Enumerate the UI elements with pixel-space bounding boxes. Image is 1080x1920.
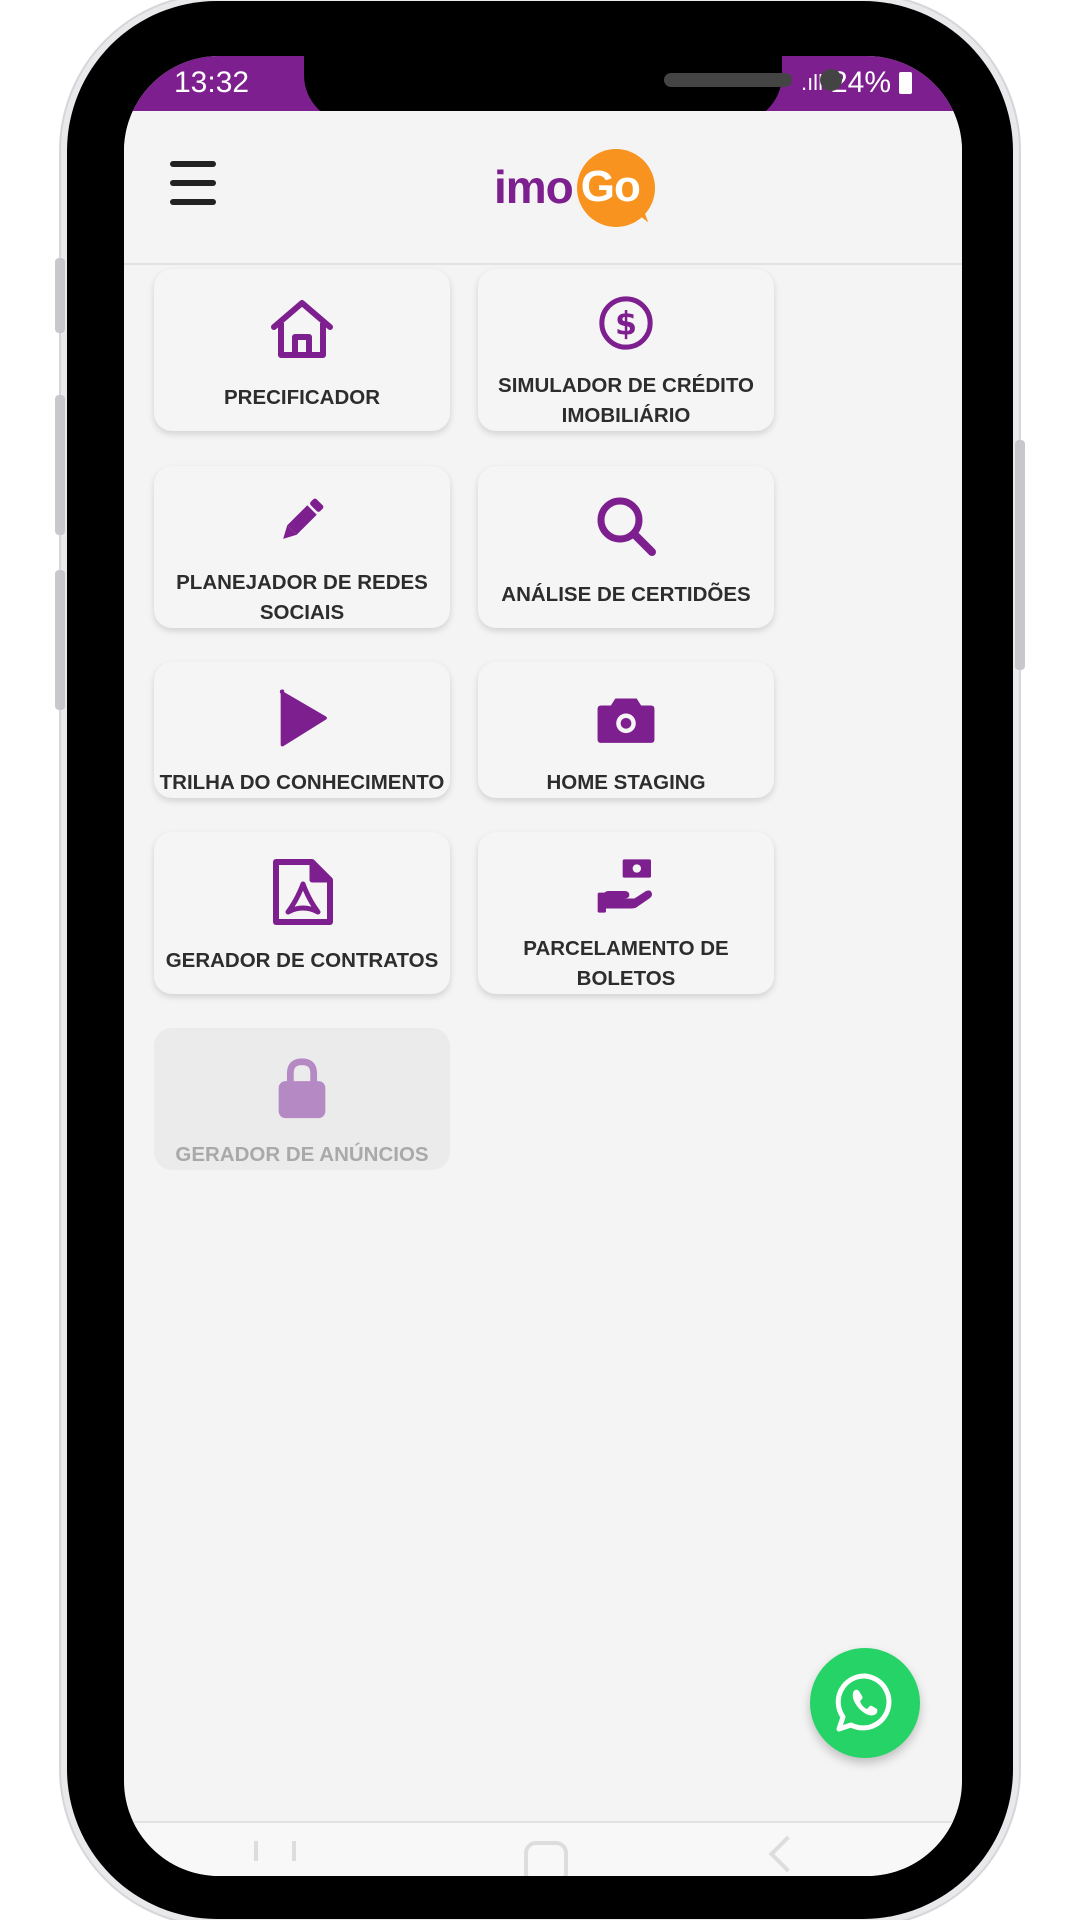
status-indicators: .ıll 24%	[801, 66, 912, 100]
pdf-document-icon	[273, 859, 333, 925]
card-label: PLANEJADOR DE REDES SOCIAIS	[176, 571, 428, 624]
dollar-icon: $	[599, 296, 653, 350]
lock-icon	[278, 1058, 326, 1119]
card-label: PARCELAMENTO DE BOLETOS	[523, 937, 729, 990]
system-nav-bar	[124, 1821, 962, 1876]
menu-card-gerador-contratos[interactable]: GERADOR DE CONTRATOS	[154, 832, 450, 994]
menu-card-home-staging[interactable]: HOME STAGING	[478, 662, 774, 798]
pencil-icon	[283, 498, 324, 539]
logo-text-imo: imo	[494, 161, 574, 213]
back-icon[interactable]	[768, 1835, 806, 1873]
search-icon	[597, 497, 656, 556]
phone-side-button	[55, 258, 65, 333]
camera-icon	[597, 698, 655, 743]
menu-card-simulador-credito[interactable]: $ SIMULADOR DE CRÉDITO IMOBILIÁRIO	[478, 269, 774, 431]
phone-side-button	[55, 570, 65, 710]
home-icon	[271, 300, 333, 358]
status-time: 13:32	[174, 66, 250, 99]
menu-card-parcelamento-boletos[interactable]: PARCELAMENTO DE BOLETOS	[478, 832, 774, 994]
front-camera-icon	[820, 69, 842, 91]
svg-text:$: $	[615, 307, 637, 343]
hand-money-icon	[597, 859, 652, 913]
menu-card-planejador-redes[interactable]: PLANEJADOR DE REDES SOCIAIS	[154, 466, 450, 628]
card-label: TRILHA DO CONHECIMENTO	[159, 771, 445, 794]
speaker-icon	[664, 73, 792, 87]
menu-card-precificador[interactable]: PRECIFICADOR	[154, 269, 450, 431]
recents-icon[interactable]	[254, 1841, 296, 1861]
menu-card-gerador-anuncios[interactable]: GERADOR DE ANÚNCIOS	[154, 1028, 450, 1170]
hamburger-menu-icon[interactable]	[170, 161, 216, 205]
whatsapp-button[interactable]	[810, 1648, 920, 1758]
home-nav-icon[interactable]	[524, 1841, 568, 1876]
app-screen: 13:32 .ıll 24% imo Go PRECIFICADOR $ SIM…	[124, 56, 962, 1876]
phone-side-button	[55, 395, 65, 535]
card-label: HOME STAGING	[546, 771, 706, 794]
logo-text-go: Go	[580, 162, 641, 211]
card-label: PRECIFICADOR	[223, 386, 381, 409]
app-header: imo Go	[124, 111, 962, 265]
app-logo: imo Go	[494, 147, 659, 230]
card-label: ANÁLISE DE CERTIDÕES	[501, 583, 751, 606]
menu-card-trilha-conhecimento[interactable]: TRILHA DO CONHECIMENTO	[154, 662, 450, 798]
card-label: GERADOR DE ANÚNCIOS	[175, 1143, 429, 1166]
logo-go-badge: Go	[576, 149, 659, 230]
play-icon	[279, 689, 327, 747]
whatsapp-icon	[835, 1673, 892, 1732]
menu-card-analise-certidoes[interactable]: ANÁLISE DE CERTIDÕES	[478, 466, 774, 628]
card-label: SIMULADOR DE CRÉDITO IMOBILIÁRIO	[498, 374, 754, 427]
card-label: GERADOR DE CONTRATOS	[165, 949, 439, 972]
phone-side-button	[1015, 440, 1025, 670]
battery-icon	[899, 72, 912, 94]
